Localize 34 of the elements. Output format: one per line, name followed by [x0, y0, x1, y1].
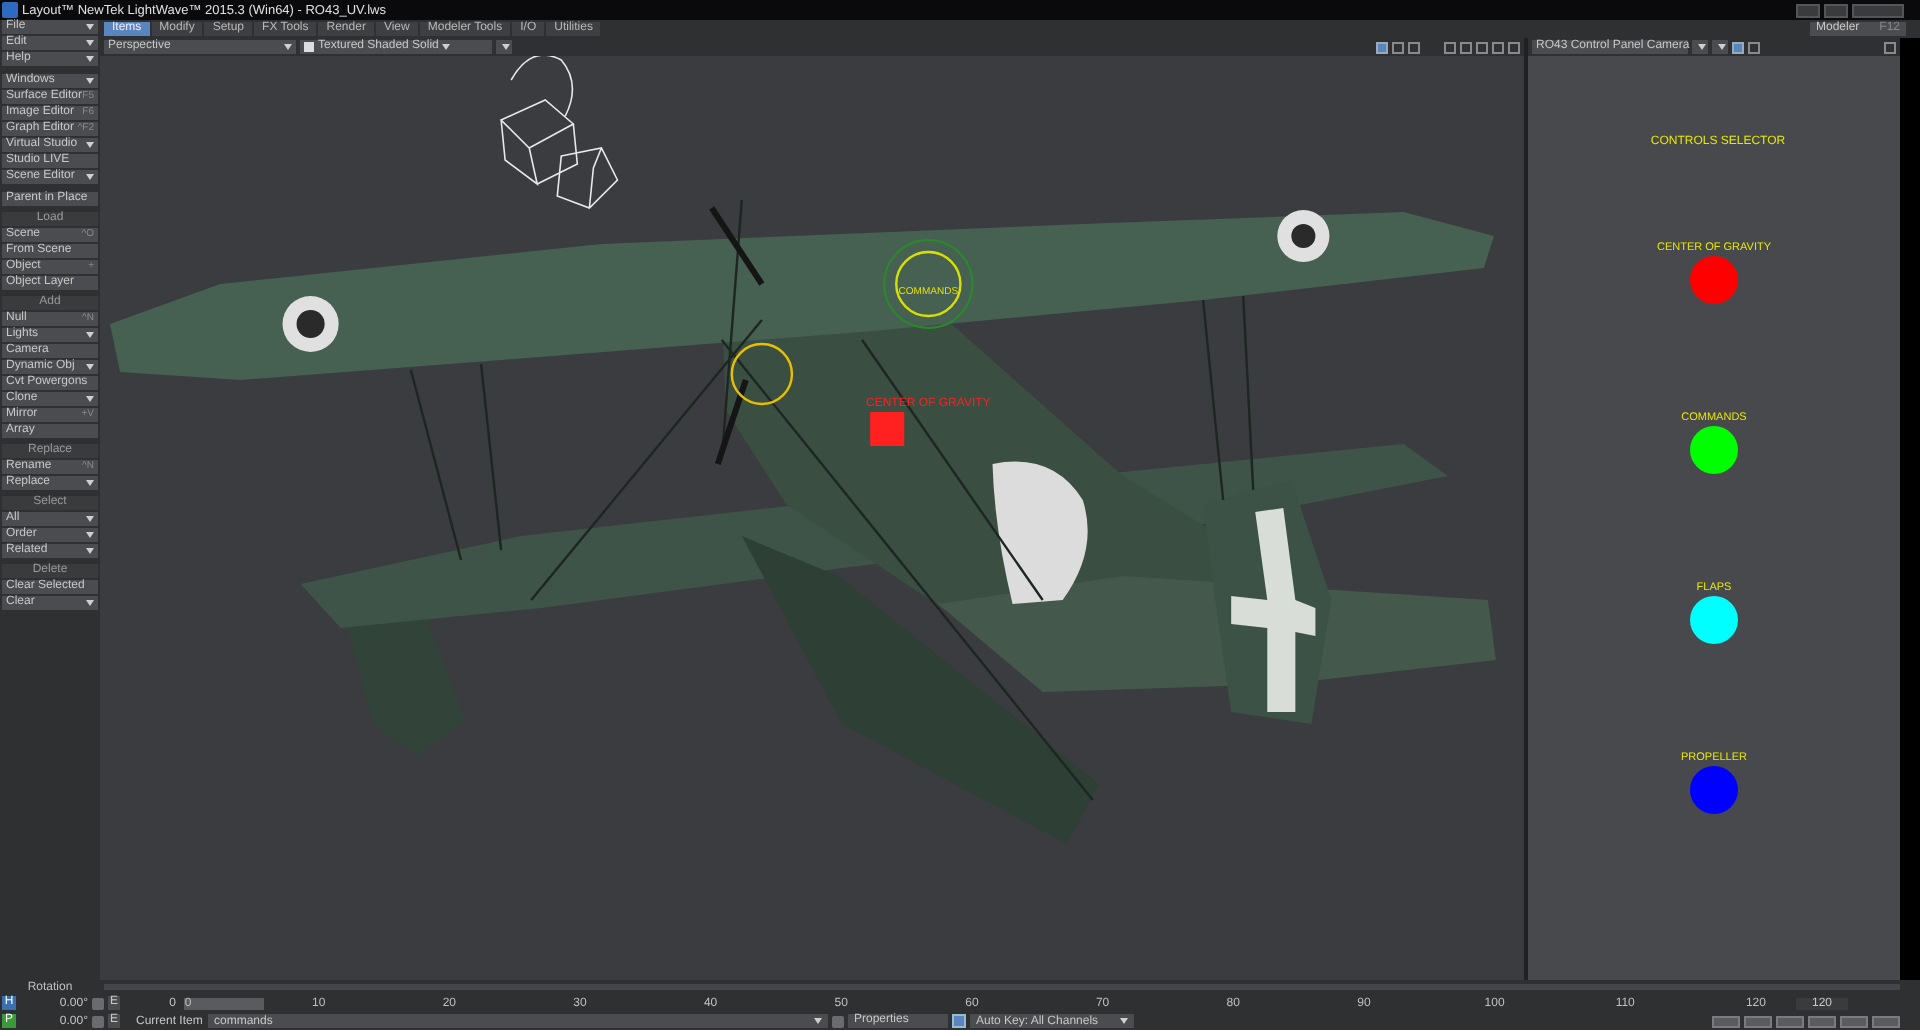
caret-icon [86, 24, 94, 30]
control-dot[interactable] [1689, 766, 1738, 814]
caret-icon [86, 56, 94, 62]
caret-icon [442, 44, 451, 50]
control-dot[interactable] [1689, 426, 1738, 474]
caret-icon [86, 142, 94, 148]
shading-icon [304, 42, 314, 52]
camera-icon[interactable] [1732, 41, 1744, 53]
options-dropdown[interactable] [1692, 40, 1708, 54]
caret-icon [86, 532, 94, 538]
caret-icon [814, 1018, 822, 1024]
caret-icon [1120, 1018, 1128, 1024]
caret-icon [284, 44, 292, 50]
caret-icon [86, 364, 94, 370]
auto-key-checkbox[interactable] [952, 1014, 966, 1028]
options-dropdown[interactable] [496, 40, 512, 54]
caret-icon [86, 332, 94, 338]
camera-icon[interactable] [1376, 41, 1388, 53]
app-icon [2, 2, 18, 18]
caret-icon [86, 516, 94, 522]
options-dropdown[interactable] [1712, 40, 1728, 54]
caret-icon [86, 40, 94, 46]
caret-icon [86, 548, 94, 554]
caret-icon [86, 480, 94, 486]
control-dot[interactable] [1690, 596, 1738, 644]
caret-icon [86, 174, 94, 180]
control-dot[interactable] [1689, 256, 1738, 304]
caret-icon [86, 78, 94, 84]
caret-icon [86, 600, 94, 606]
caret-icon [502, 44, 510, 50]
caret-icon [1718, 44, 1726, 50]
caret-icon [1698, 44, 1706, 50]
frame-slider[interactable] [184, 997, 264, 1009]
caret-icon [86, 396, 94, 402]
